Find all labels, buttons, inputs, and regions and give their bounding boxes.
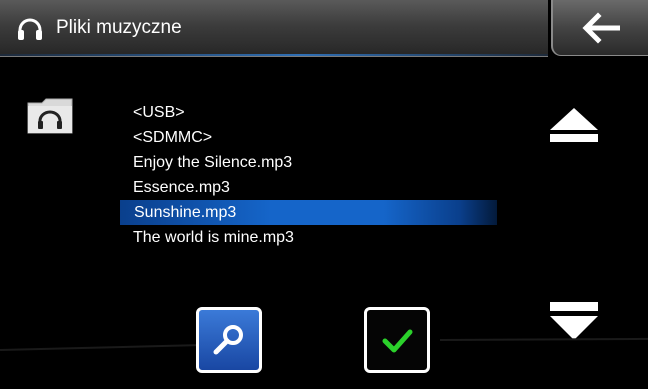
eject-up-icon	[550, 108, 598, 142]
list-item-selected[interactable]: Sunshine.mp3	[120, 200, 497, 225]
arrow-left-icon	[582, 12, 620, 44]
search-icon	[213, 325, 243, 355]
list-item-file[interactable]: Essence.mp3	[120, 175, 500, 200]
scroll-up-button[interactable]	[546, 100, 602, 150]
checkmark-icon	[382, 329, 413, 353]
file-list: <USB> <SDMMC> Enjoy the Silence.mp3 Esse…	[120, 100, 500, 250]
list-item-file[interactable]: The world is mine.mp3	[120, 225, 500, 250]
callout-line	[0, 344, 198, 351]
folder-headphones-icon	[27, 98, 73, 134]
page-title: Pliki muzyczne	[56, 17, 182, 38]
header-bar: Pliki muzyczne	[0, 0, 548, 57]
header-accent-line	[0, 54, 548, 56]
back-button[interactable]	[551, 0, 648, 56]
confirm-button[interactable]	[364, 307, 430, 373]
callout-line	[440, 337, 648, 341]
list-item-usb[interactable]: <USB>	[120, 100, 500, 125]
list-item-sdmmc[interactable]: <SDMMC>	[120, 125, 500, 150]
headphones-icon	[18, 18, 42, 40]
search-button[interactable]	[196, 307, 262, 373]
list-item-file[interactable]: Enjoy the Silence.mp3	[120, 150, 500, 175]
